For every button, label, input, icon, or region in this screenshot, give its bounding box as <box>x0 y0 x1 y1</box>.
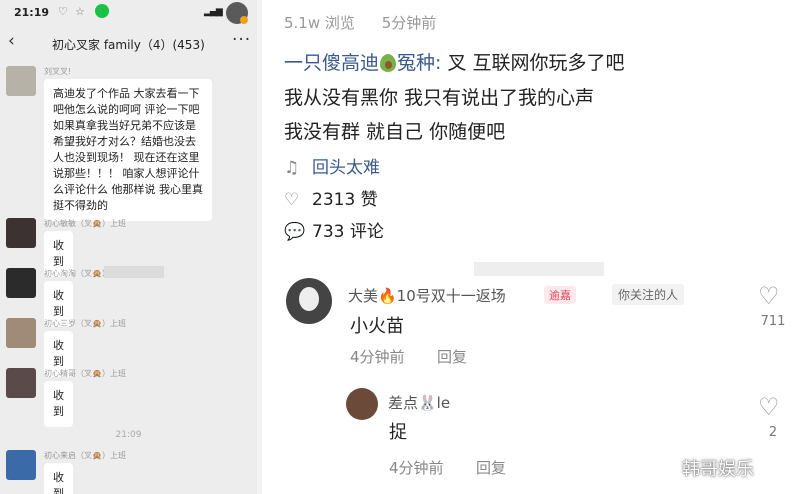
star-icon: ☆ <box>75 5 85 18</box>
message-bubble[interactable]: 收到 <box>44 381 73 427</box>
sender-name: 初心来启（叉🙊）上班 <box>44 451 126 460</box>
comment-author[interactable]: 大美🔥10号双十一返场 <box>348 285 506 306</box>
like-stat[interactable]: ♡ 2313 赞 <box>284 185 378 210</box>
avatar[interactable] <box>6 268 36 298</box>
avatar[interactable] <box>6 450 36 480</box>
blurred-region <box>474 262 604 276</box>
fan-badge: 逾嘉 <box>544 286 576 304</box>
reply-like-count: 2 <box>768 425 778 440</box>
heart-icon[interactable]: ♡ <box>758 393 780 421</box>
reply-text: 捉 <box>389 422 407 443</box>
post-time: 5分钟前 <box>381 14 437 32</box>
view-count: 5.1w 浏览 <box>284 14 355 32</box>
reply-button[interactable]: 回复 <box>437 346 467 367</box>
blurred-region <box>104 266 164 278</box>
status-bar: 21:19 ♡ ☆ ▂▄▆ <box>0 0 257 26</box>
post-author[interactable]: 一只傻高迪 <box>284 52 379 74</box>
chat-timestamp: 21:09 <box>115 430 142 440</box>
follow-tag: 你关注的人 <box>612 284 685 305</box>
post-meta: 5.1w 浏览 5分钟前 <box>284 12 458 33</box>
comment-stat[interactable]: 💬 733 评论 <box>284 217 384 242</box>
sender-name: 刘叉叉! <box>44 67 72 76</box>
signal-icon: ▂▄▆ <box>204 7 223 17</box>
heart-icon: ♡ <box>58 5 68 18</box>
message-bubble[interactable]: 高迪发了个作品 大家去看一下吧他怎么说的呵呵 评论一下吧如果真拿我当好兄弟不应该… <box>44 79 212 221</box>
watermark: 韩哥娱乐 <box>682 459 754 480</box>
comment-count: 733 评论 <box>312 222 384 242</box>
post-line-2: 我从没有黑你 我只有说出了我的心声 <box>284 87 595 109</box>
sender-name: 初心三岁（叉🙊）上班 <box>44 319 126 328</box>
music-note-icon: ♫ <box>284 158 300 178</box>
post-line-3: 我没有群 就自己 你随便吧 <box>284 121 506 143</box>
message-bubble[interactable]: 收到 <box>44 463 73 494</box>
avatar[interactable] <box>6 368 36 398</box>
comment-icon: 💬 <box>284 222 306 242</box>
post-line-1: 叉 互联网你玩多了吧 <box>447 52 625 74</box>
heart-icon: ♡ <box>284 190 300 210</box>
post-author-suffix[interactable]: 冤种: <box>397 52 441 74</box>
music-link[interactable]: ♫ 回头太难 <box>284 153 380 178</box>
comment-time: 4分钟前 <box>350 348 405 366</box>
reply-avatar[interactable] <box>346 388 378 420</box>
sender-name: 初心精哥（叉🙊）上班 <box>44 369 126 378</box>
music-title: 回头太难 <box>312 158 380 178</box>
chat-header: ‹ 初心叉家 family（4）(453) ··· <box>0 28 257 60</box>
more-icon[interactable]: ··· <box>232 30 251 50</box>
avocado-icon <box>380 54 397 72</box>
heart-icon[interactable]: ♡ <box>758 282 780 310</box>
chat-title: 初心叉家 family（4）(453) <box>52 38 205 52</box>
notification-dot <box>240 16 248 24</box>
reply-author[interactable]: 差点🐰le <box>388 392 450 413</box>
sender-name: 初心淘淘（叉🙊） <box>44 269 110 278</box>
chat-panel: 21:19 ♡ ☆ ▂▄▆ ‹ 初心叉家 family（4）(453) ··· … <box>0 0 257 494</box>
wechat-icon <box>95 4 109 18</box>
comment-like-count: 711 <box>760 314 786 329</box>
status-time: 21:19 <box>14 6 50 19</box>
comment-text: 小火苗 <box>350 316 404 337</box>
post-panel: 5.1w 浏览 5分钟前 一只傻高迪 冤种: 叉 互联网你玩多了吧 我从没有黑你 … <box>262 0 794 494</box>
sender-name: 初心敏敏（叉🙊）上班 <box>44 219 126 228</box>
avatar[interactable] <box>6 318 36 348</box>
post-content: 一只傻高迪 冤种: 叉 互联网你玩多了吧 <box>284 48 625 75</box>
avatar[interactable] <box>6 218 36 248</box>
comment-avatar[interactable] <box>286 278 332 324</box>
reply-button[interactable]: 回复 <box>476 457 506 478</box>
back-icon[interactable]: ‹ <box>8 31 15 51</box>
like-count: 2313 赞 <box>312 190 378 210</box>
avatar[interactable] <box>6 66 36 96</box>
reply-time: 4分钟前 <box>389 459 444 477</box>
